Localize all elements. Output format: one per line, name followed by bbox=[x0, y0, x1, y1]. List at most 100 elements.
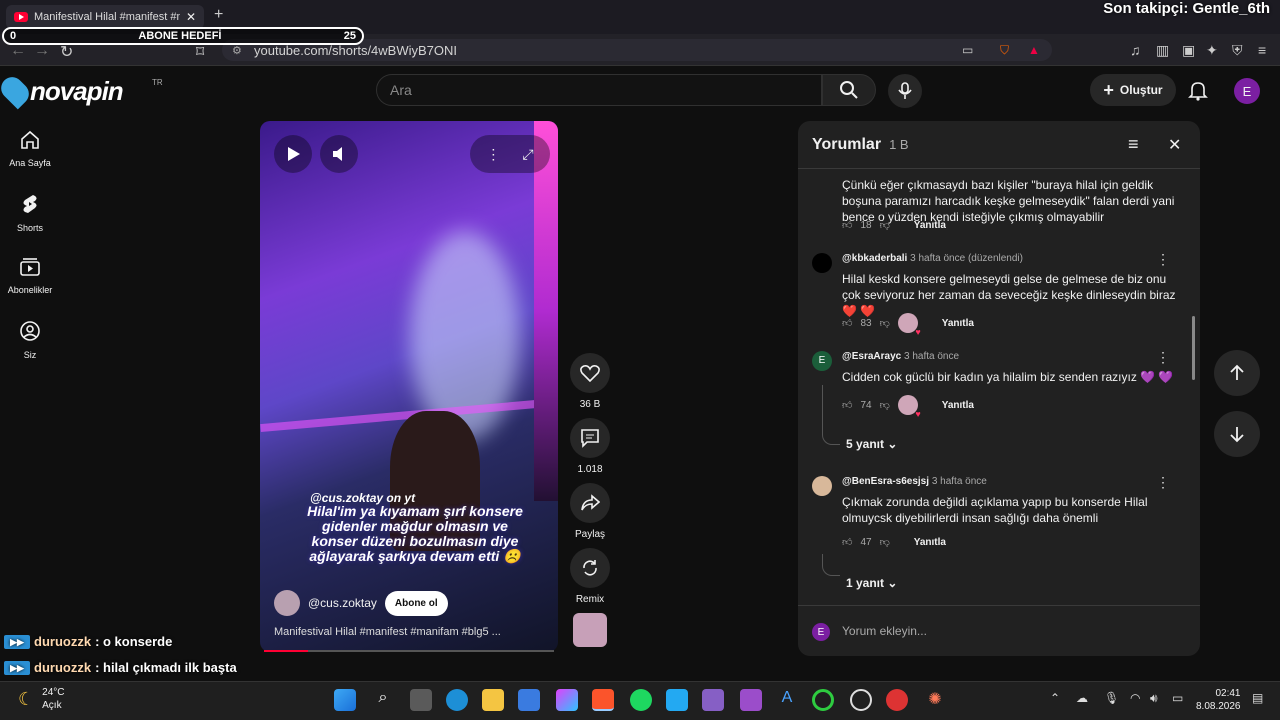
weather-widget[interactable]: ☾ 24°C Açık bbox=[18, 686, 64, 712]
play-button[interactable] bbox=[274, 135, 312, 173]
reply-button[interactable]: Yanıtla bbox=[942, 318, 974, 329]
comment-author[interactable]: @kbkaderbali bbox=[842, 253, 907, 264]
dislike-icon[interactable]: 👎︎ bbox=[880, 399, 890, 411]
brave-taskbar-icon[interactable] bbox=[592, 689, 614, 711]
file-explorer-icon[interactable] bbox=[482, 689, 504, 711]
search-button[interactable] bbox=[822, 74, 876, 106]
reply-button[interactable]: Yanıtla bbox=[914, 220, 946, 231]
channel-name[interactable]: @cus.zoktay bbox=[308, 596, 377, 610]
bell-icon bbox=[1188, 82, 1208, 101]
comment-menu-icon[interactable]: ⋮ bbox=[1156, 251, 1170, 268]
commenter-avatar[interactable] bbox=[812, 476, 832, 496]
sidebar-item-subscriptions[interactable]: Abonelikler bbox=[0, 257, 60, 295]
like-button[interactable]: 36 B bbox=[568, 353, 612, 410]
reload-icon[interactable]: ↻ bbox=[60, 42, 73, 62]
account-avatar[interactable]: E bbox=[1234, 78, 1260, 104]
app-ring-icon[interactable] bbox=[812, 689, 834, 711]
sort-icon[interactable]: ≡ bbox=[1128, 134, 1139, 155]
sidebar-toggle-icon[interactable]: ▥ bbox=[1156, 42, 1169, 59]
more-options-icon[interactable]: ⋮ bbox=[486, 146, 500, 163]
fullscreen-icon[interactable]: ⤢ bbox=[522, 146, 533, 163]
reply-button[interactable]: Yanıtla bbox=[942, 400, 974, 411]
comment-text: Cidden cok güclü bir kadın ya hilalim bi… bbox=[842, 370, 1174, 384]
wifi-icon[interactable]: ◠ bbox=[1130, 691, 1140, 705]
wallet-icon[interactable]: ▣ bbox=[1182, 42, 1195, 59]
create-button[interactable]: + Oluştur bbox=[1090, 74, 1176, 106]
app-burst-icon[interactable]: ✺ bbox=[924, 689, 946, 711]
edge-icon[interactable] bbox=[446, 689, 468, 711]
replies-toggle[interactable]: 1 yanıt ⌄ bbox=[846, 576, 897, 590]
mic-tray-icon[interactable]: 🎙︎ bbox=[1104, 691, 1119, 705]
dislike-icon[interactable]: 👎︎ bbox=[880, 219, 890, 231]
store-icon[interactable] bbox=[518, 689, 540, 711]
like-icon[interactable]: 👍︎ bbox=[842, 317, 852, 329]
app-a-icon[interactable]: A bbox=[776, 689, 798, 711]
vpn-icon[interactable]: ⛨ bbox=[1232, 42, 1243, 59]
like-icon[interactable]: 👍︎ bbox=[842, 219, 852, 231]
tray-chevron-icon[interactable]: ⌃ bbox=[1050, 691, 1060, 705]
sidebar-item-you[interactable]: Siz bbox=[0, 320, 60, 360]
spotify-icon[interactable] bbox=[630, 689, 652, 711]
search-taskbar-icon[interactable]: ⌕ bbox=[372, 689, 394, 711]
cast-icon[interactable]: ▭ bbox=[962, 43, 973, 57]
vscode-icon[interactable] bbox=[666, 689, 688, 711]
bookmark-icon[interactable]: ⌑ bbox=[196, 42, 204, 62]
notification-center-icon[interactable]: ▤ bbox=[1252, 691, 1263, 705]
close-tab-icon[interactable]: ✕ bbox=[186, 10, 196, 24]
comment-author[interactable]: @BenEsra-s6esjsj bbox=[842, 476, 929, 487]
comment-author[interactable]: @EsraAraуc bbox=[842, 351, 901, 362]
site-info-icon[interactable]: ⚙ bbox=[232, 44, 242, 57]
short-video-player[interactable]: ⋮ ⤢ bbox=[260, 121, 558, 652]
comment-menu-icon[interactable]: ⋮ bbox=[1156, 474, 1170, 491]
sound-thumbnail[interactable] bbox=[573, 613, 607, 647]
comment-input[interactable]: E Yorum ekleyin... bbox=[798, 605, 1200, 656]
share-button[interactable]: Paylaş bbox=[568, 483, 612, 540]
next-short-button[interactable] bbox=[1214, 411, 1260, 457]
dislike-icon[interactable]: 👎︎ bbox=[880, 536, 890, 548]
comment-menu-icon[interactable]: ⋮ bbox=[1156, 349, 1170, 366]
app-red-icon[interactable] bbox=[886, 689, 908, 711]
brave-rewards-icon[interactable]: ▲ bbox=[1028, 43, 1040, 57]
windows-start-icon[interactable] bbox=[334, 689, 356, 711]
like-icon[interactable]: 👍︎ bbox=[842, 399, 852, 411]
subscriber-goal-bar: 0 ABONE HEDEFİ 25 bbox=[2, 27, 364, 45]
sidebar-item-shorts[interactable]: Shorts bbox=[0, 193, 60, 233]
task-view-icon[interactable] bbox=[410, 689, 432, 711]
video-progress-bar[interactable] bbox=[264, 650, 554, 652]
sidebar-item-home[interactable]: Ana Sayfa bbox=[0, 130, 60, 168]
brave-shield-icon[interactable]: ⛉ bbox=[1000, 43, 1009, 58]
copilot-icon[interactable] bbox=[556, 689, 578, 711]
speaker-icon[interactable]: 🔊︎ bbox=[1150, 691, 1158, 706]
channel-avatar[interactable] bbox=[274, 590, 300, 616]
replies-toggle[interactable]: 5 yanıt ⌄ bbox=[846, 437, 897, 451]
commenter-avatar[interactable]: E bbox=[812, 351, 832, 371]
like-icon[interactable]: 👍︎ bbox=[842, 536, 852, 548]
comments-button[interactable]: 1.018 bbox=[568, 418, 612, 475]
browser-tab[interactable]: Manifestival Hilal #manifest #ma ✕ bbox=[6, 5, 204, 29]
volume-button[interactable] bbox=[320, 135, 358, 173]
comments-scrollbar[interactable] bbox=[1192, 316, 1195, 380]
video-description[interactable]: Manifestival Hilal #manifest #manifam #b… bbox=[274, 626, 534, 638]
dislike-icon[interactable]: 👎︎ bbox=[880, 317, 890, 329]
onedrive-icon[interactable]: ☁ bbox=[1076, 691, 1088, 705]
system-clock[interactable]: 02:41 8.08.2026 bbox=[1196, 687, 1241, 713]
leo-ai-icon[interactable]: ✦ bbox=[1206, 42, 1218, 59]
menu-icon[interactable]: ≡ bbox=[1258, 42, 1266, 58]
close-icon[interactable]: ✕ bbox=[1168, 135, 1181, 155]
voice-search-button[interactable] bbox=[888, 74, 922, 108]
remix-button[interactable]: Remix bbox=[568, 548, 612, 605]
visual-studio-icon[interactable] bbox=[702, 689, 724, 711]
comment-like-count: 47 bbox=[860, 536, 872, 548]
heart-icon bbox=[580, 365, 600, 382]
new-tab-button[interactable]: + bbox=[214, 6, 223, 24]
visual-studio-preview-icon[interactable] bbox=[740, 689, 762, 711]
previous-short-button[interactable] bbox=[1214, 350, 1260, 396]
subscribe-button[interactable]: Abone ol bbox=[384, 590, 448, 616]
notifications-button[interactable] bbox=[1186, 78, 1210, 107]
commenter-avatar[interactable] bbox=[812, 253, 832, 273]
media-icon[interactable]: ♫ bbox=[1130, 42, 1141, 58]
reply-button[interactable]: Yanıtla bbox=[914, 537, 946, 548]
battery-icon[interactable]: ▭ bbox=[1172, 691, 1183, 705]
search-input[interactable]: Ara bbox=[376, 74, 822, 106]
app-steam-icon[interactable] bbox=[850, 689, 872, 711]
